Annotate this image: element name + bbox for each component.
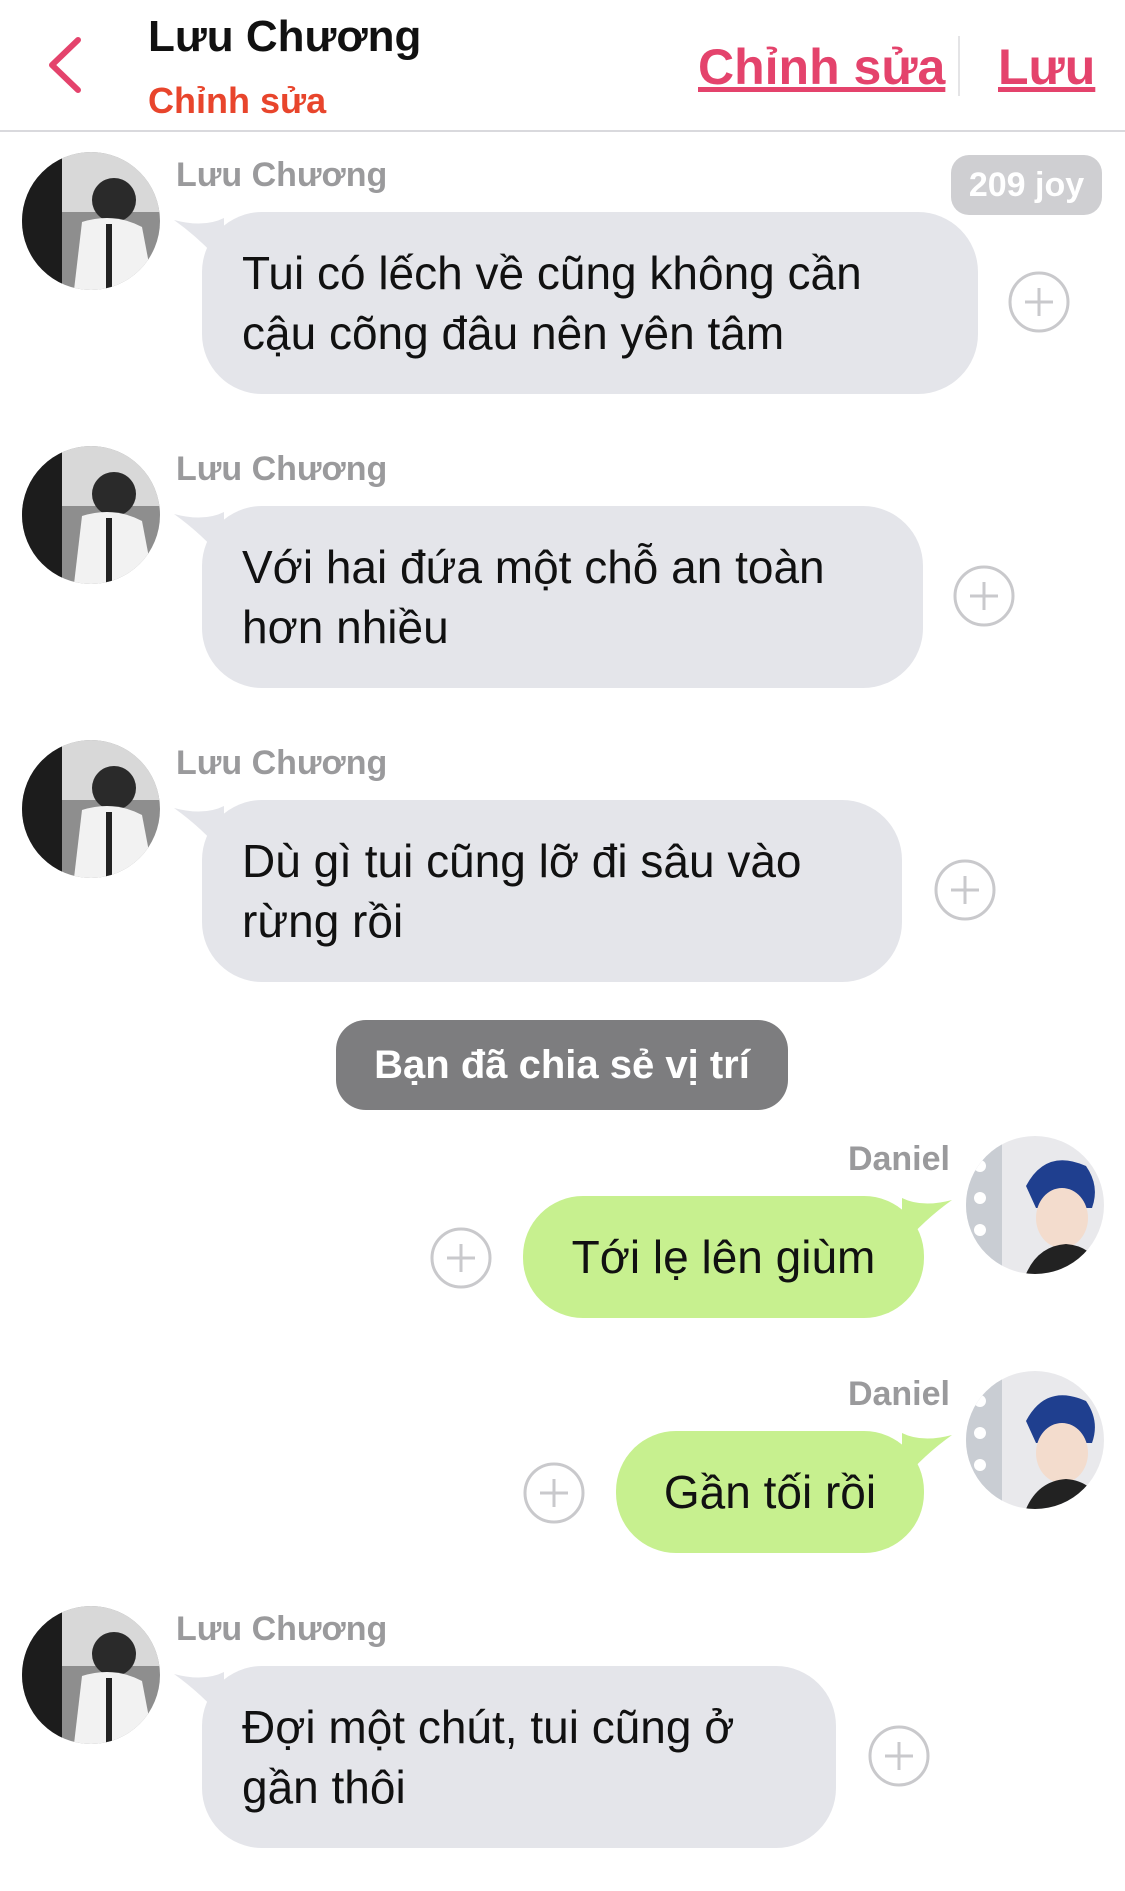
sender-name: Daniel xyxy=(847,1140,950,1178)
message-text: Với hai đứa một chỗ an toàn hơn nhiều xyxy=(242,537,825,657)
avatar-photo-icon xyxy=(966,1136,1104,1274)
chevron-left-icon[interactable] xyxy=(36,30,96,100)
sender-name: Lưu Chương xyxy=(176,744,388,782)
message-line: Với hai đứa một chỗ an toàn xyxy=(242,541,825,593)
avatar-photo-icon xyxy=(22,152,160,290)
sender-name: Lưu Chương xyxy=(176,156,388,194)
avatar-photo-icon xyxy=(966,1371,1104,1509)
message-line: Dù gì tui cũng lỡ đi sâu vào xyxy=(242,835,802,887)
chat-subtitle[interactable]: Chỉnh sửa xyxy=(148,80,326,122)
sender-name: Lưu Chương xyxy=(176,450,388,488)
message-line: hơn nhiều xyxy=(242,601,449,653)
message-text: Dù gì tui cũng lỡ đi sâu vào rừng rồi xyxy=(242,831,801,951)
message-bubble[interactable]: Gần tối rồi xyxy=(616,1431,924,1553)
avatar[interactable] xyxy=(966,1136,1104,1274)
message-text: Đợi một chút, tui cũng ở gần thôi xyxy=(242,1697,734,1817)
avatar[interactable] xyxy=(22,740,160,878)
message-line: rừng rồi xyxy=(242,895,404,947)
avatar-photo-icon xyxy=(22,1606,160,1744)
avatar[interactable] xyxy=(22,152,160,290)
add-reaction-icon[interactable] xyxy=(868,1725,930,1787)
add-reaction-icon[interactable] xyxy=(1008,271,1070,333)
add-reaction-icon[interactable] xyxy=(523,1462,585,1524)
message-bubble[interactable]: Tới lẹ lên giùm xyxy=(523,1196,924,1318)
save-button[interactable]: Lưu xyxy=(998,38,1095,96)
sender-name: Lưu Chương xyxy=(176,1610,388,1648)
message-text: Tới lẹ lên giùm xyxy=(571,1231,876,1283)
avatar-photo-icon xyxy=(22,740,160,878)
message-text: Tui có lếch về cũng không cần cậu cõng đâ… xyxy=(242,243,862,363)
avatar-photo-icon xyxy=(22,446,160,584)
message-bubble[interactable]: Dù gì tui cũng lỡ đi sâu vào rừng rồi xyxy=(202,800,902,982)
message-line: gần thôi xyxy=(242,1761,406,1813)
chat-title: Lưu Chương xyxy=(148,12,422,61)
joy-badge: 209 joy xyxy=(951,155,1102,215)
location-shared-notice: Bạn đã chia sẻ vị trí xyxy=(336,1020,788,1110)
add-reaction-icon[interactable] xyxy=(430,1227,492,1289)
add-reaction-icon[interactable] xyxy=(934,859,996,921)
avatar[interactable] xyxy=(966,1371,1104,1509)
edit-button[interactable]: Chỉnh sửa xyxy=(698,38,945,96)
chat-header: Lưu Chương Chỉnh sửa Chỉnh sửa Lưu xyxy=(0,0,1125,132)
avatar[interactable] xyxy=(22,446,160,584)
message-bubble[interactable]: Đợi một chút, tui cũng ở gần thôi xyxy=(202,1666,836,1848)
message-line: Đợi một chút, tui cũng ở xyxy=(242,1701,735,1753)
message-line: cậu cõng đâu nên yên tâm xyxy=(242,307,785,359)
message-bubble[interactable]: Với hai đứa một chỗ an toàn hơn nhiều xyxy=(202,506,923,688)
message-text: Gần tối rồi xyxy=(663,1466,877,1518)
avatar[interactable] xyxy=(22,1606,160,1744)
sender-name: Daniel xyxy=(847,1375,950,1413)
header-divider xyxy=(958,36,960,96)
message-line: Tui có lếch về cũng không cần xyxy=(242,247,862,299)
add-reaction-icon[interactable] xyxy=(953,565,1015,627)
message-bubble[interactable]: Tui có lếch về cũng không cần cậu cõng đâ… xyxy=(202,212,978,394)
